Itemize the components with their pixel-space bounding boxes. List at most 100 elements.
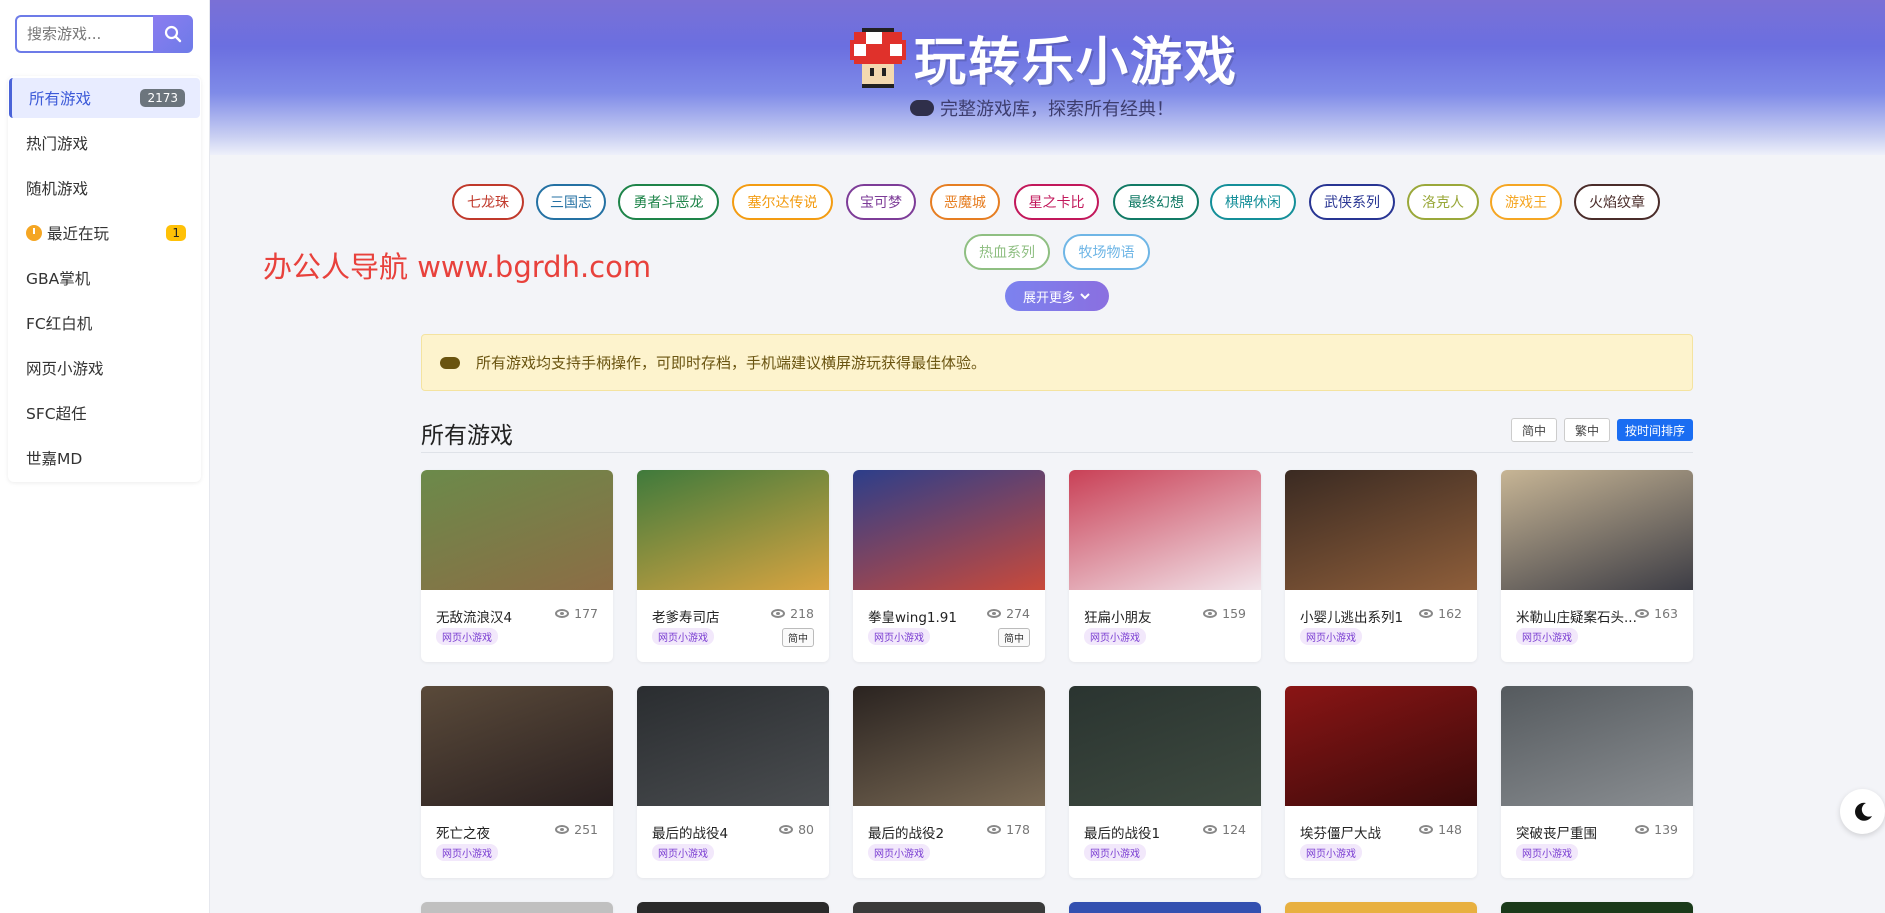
game-title[interactable]: 狂扁小朋友 <box>1084 606 1209 626</box>
simplified-chinese-button[interactable]: 简中 <box>1511 418 1557 442</box>
game-thumbnail[interactable] <box>1285 686 1477 806</box>
game-card[interactable]: 狂扁小朋友 159 网页小游戏 <box>1069 470 1261 662</box>
game-card[interactable]: 老爹寿司店 218 网页小游戏 简中 <box>637 470 829 662</box>
game-card[interactable]: 最后的战役1 124 网页小游戏 <box>1069 686 1261 878</box>
game-card-partial[interactable] <box>1501 902 1693 913</box>
tag-dragon-ball[interactable]: 七龙珠 <box>452 184 524 220</box>
game-card[interactable]: 无敌流浪汉4 177 网页小游戏 <box>421 470 613 662</box>
tag-label: 七龙珠 <box>467 195 509 211</box>
sidebar-item-random-games[interactable]: 随机游戏 <box>8 165 201 210</box>
game-title[interactable]: 无敌流浪汉4 <box>436 606 561 626</box>
tag-fire-emblem[interactable]: 火焰纹章 <box>1574 184 1660 220</box>
game-title[interactable]: 死亡之夜 <box>436 822 561 842</box>
view-count: 148 <box>1419 822 1462 837</box>
category-badge: 网页小游戏 <box>436 844 498 861</box>
view-count-value: 80 <box>798 822 814 837</box>
tag-label: 恶魔城 <box>944 195 986 211</box>
game-thumbnail[interactable] <box>1069 686 1261 806</box>
sidebar-item-hot-games[interactable]: 热门游戏 <box>8 120 201 165</box>
game-card-partial[interactable] <box>1285 902 1477 913</box>
game-thumbnail[interactable] <box>421 686 613 806</box>
game-card[interactable]: 拳皇wing1.91 274 网页小游戏 简中 <box>853 470 1045 662</box>
game-card-partial[interactable] <box>1069 902 1261 913</box>
game-title[interactable]: 老爹寿司店 <box>652 606 777 626</box>
sidebar-item-web-games[interactable]: 网页小游戏 <box>8 345 201 390</box>
category-badge: 网页小游戏 <box>436 628 498 645</box>
sort-by-time-button[interactable]: 按时间排序 <box>1617 419 1693 441</box>
tag-label: 星之卡比 <box>1028 195 1085 211</box>
tag-three-kingdoms[interactable]: 三国志 <box>536 184 606 220</box>
search-input[interactable] <box>15 15 153 53</box>
sidebar: 所有游戏 2173 热门游戏 随机游戏 最近在玩 1 GBA掌机 FC红白机 网… <box>0 0 210 913</box>
tag-yugioh[interactable]: 游戏王 <box>1490 184 1562 220</box>
tag-harvest-moon[interactable]: 牧场物语 <box>1063 234 1150 270</box>
game-thumbnail[interactable] <box>1501 686 1693 806</box>
game-thumbnail[interactable] <box>637 470 829 590</box>
sidebar-item-all-games[interactable]: 所有游戏 2173 <box>9 78 200 118</box>
game-thumbnail[interactable] <box>853 686 1045 806</box>
site-subtitle: 完整游戏库，探索所有经典！ <box>940 99 1174 120</box>
expand-more-button[interactable]: 展开更多 <box>1005 281 1109 311</box>
clock-icon <box>26 224 42 241</box>
game-thumbnail[interactable] <box>1501 470 1693 590</box>
category-badge: 网页小游戏 <box>1516 844 1578 861</box>
game-title[interactable]: 最后的战役4 <box>652 822 777 842</box>
sidebar-item-gba[interactable]: GBA掌机 <box>8 255 201 300</box>
game-title[interactable]: 拳皇wing1.91 <box>868 606 993 626</box>
game-card[interactable]: 小婴儿逃出系列1 162 网页小游戏 <box>1285 470 1477 662</box>
game-card-partial[interactable] <box>421 902 613 913</box>
view-count-value: 177 <box>574 606 598 621</box>
site-title: 玩转乐小游戏 <box>914 33 1239 93</box>
game-thumbnail[interactable] <box>1069 470 1261 590</box>
game-card[interactable]: 埃芬僵尸大战 148 网页小游戏 <box>1285 686 1477 878</box>
game-card-partial[interactable] <box>853 902 1045 913</box>
tag-wuxia[interactable]: 武侠系列 <box>1309 184 1395 220</box>
game-title[interactable]: 突破丧尸重围 <box>1516 822 1641 842</box>
game-thumbnail[interactable] <box>853 470 1045 590</box>
game-thumbnail[interactable] <box>1285 470 1477 590</box>
eye-icon <box>1419 825 1434 834</box>
game-card-partial[interactable] <box>637 902 829 913</box>
tag-dragon-quest[interactable]: 勇者斗恶龙 <box>618 184 719 220</box>
tag-zelda[interactable]: 塞尔达传说 <box>732 184 833 220</box>
traditional-chinese-button[interactable]: 繁中 <box>1564 418 1610 442</box>
eye-icon <box>555 825 570 834</box>
category-badge: 网页小游戏 <box>868 844 930 861</box>
sidebar-item-sega-md[interactable]: 世嘉MD <box>8 435 201 480</box>
dark-mode-toggle[interactable] <box>1840 789 1885 834</box>
search-button[interactable] <box>153 15 193 53</box>
game-card[interactable]: 最后的战役2 178 网页小游戏 <box>853 686 1045 878</box>
tag-pokemon[interactable]: 宝可梦 <box>846 184 916 220</box>
view-count: 159 <box>1203 606 1246 621</box>
sidebar-item-fc[interactable]: FC红白机 <box>8 300 201 345</box>
language-badge: 简中 <box>998 628 1030 647</box>
game-title[interactable]: 最后的战役2 <box>868 822 993 842</box>
game-thumbnail[interactable] <box>421 470 613 590</box>
view-count-value: 139 <box>1654 822 1678 837</box>
tag-megaman[interactable]: 洛克人 <box>1407 184 1479 220</box>
tag-label: 武侠系列 <box>1324 195 1380 211</box>
sidebar-item-recently-played[interactable]: 最近在玩 1 <box>8 210 201 255</box>
tag-castlevania[interactable]: 恶魔城 <box>930 184 1000 220</box>
game-card[interactable]: 最后的战役4 80 网页小游戏 <box>637 686 829 878</box>
sidebar-item-label: FC红白机 <box>26 314 93 333</box>
game-thumbnail[interactable] <box>637 686 829 806</box>
category-badge: 网页小游戏 <box>1084 628 1146 645</box>
game-title[interactable]: 最后的战役1 <box>1084 822 1209 842</box>
game-card[interactable]: 突破丧尸重围 139 网页小游戏 <box>1501 686 1693 878</box>
game-title[interactable]: 米勒山庄疑案石头... <box>1516 606 1641 626</box>
sidebar-item-sfc[interactable]: SFC超任 <box>8 390 201 435</box>
view-count-value: 251 <box>574 822 598 837</box>
tag-board-games[interactable]: 棋牌休闲 <box>1210 184 1296 220</box>
tag-kunio[interactable]: 热血系列 <box>964 234 1050 270</box>
game-card[interactable]: 米勒山庄疑案石头... 163 网页小游戏 <box>1501 470 1693 662</box>
category-badge: 网页小游戏 <box>1084 844 1146 861</box>
tag-kirby[interactable]: 星之卡比 <box>1014 184 1099 220</box>
game-card[interactable]: 死亡之夜 251 网页小游戏 <box>421 686 613 878</box>
view-count: 162 <box>1419 606 1462 621</box>
game-title[interactable]: 小婴儿逃出系列1 <box>1300 606 1425 626</box>
sidebar-item-label: 网页小游戏 <box>26 359 104 378</box>
view-count: 177 <box>555 606 598 621</box>
tag-final-fantasy[interactable]: 最终幻想 <box>1113 184 1199 220</box>
game-title[interactable]: 埃芬僵尸大战 <box>1300 822 1425 842</box>
